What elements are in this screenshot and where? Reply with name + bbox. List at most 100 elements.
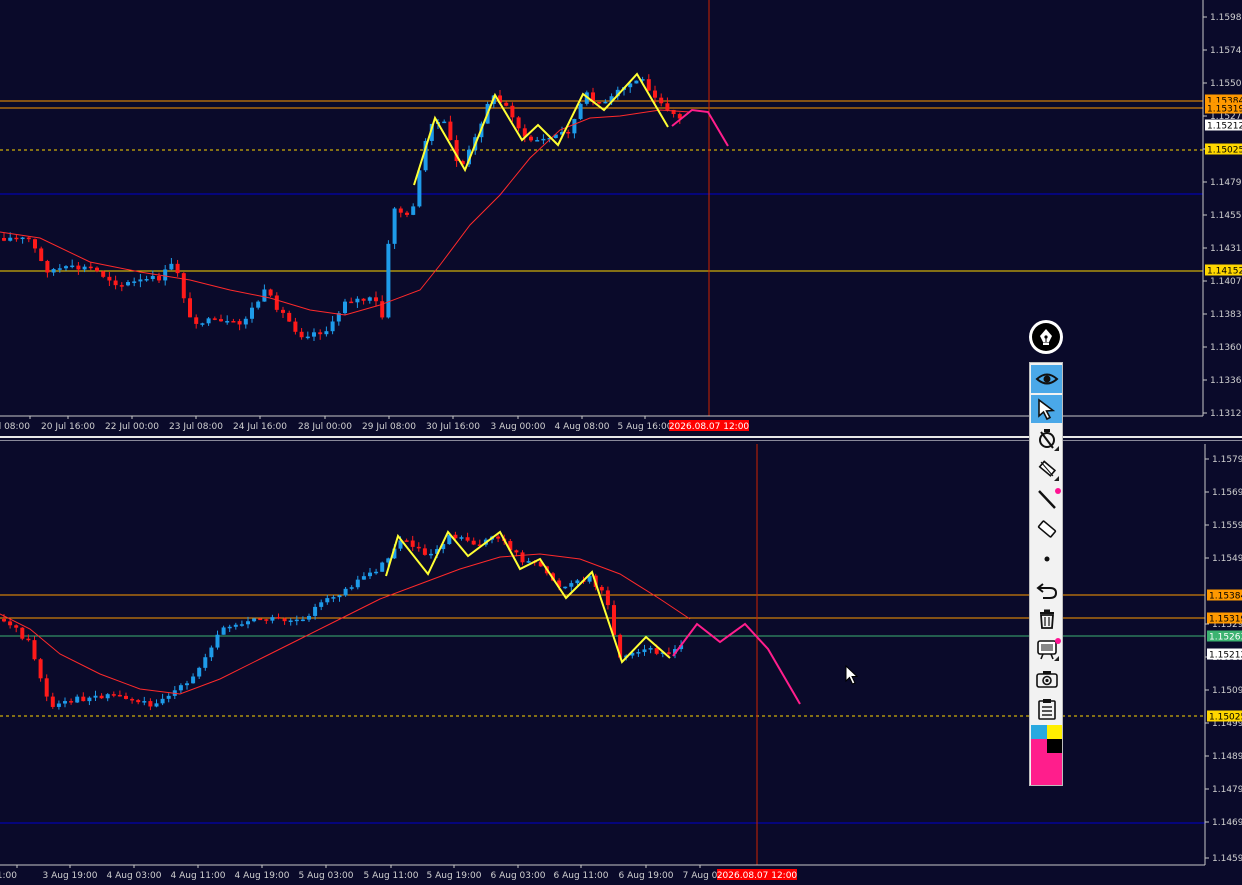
- time-label: 4 Aug 19:00: [235, 871, 290, 881]
- monitor-icon[interactable]: [1031, 635, 1062, 663]
- candle-body: [429, 553, 433, 556]
- candle-body: [50, 696, 55, 707]
- candles: [2, 74, 682, 342]
- magnet-icon[interactable]: [1031, 425, 1062, 453]
- candle-body: [130, 698, 135, 701]
- time-label: 4 Aug 03:00: [107, 871, 162, 881]
- candle-body: [63, 701, 67, 704]
- candle-body: [95, 267, 99, 272]
- line-icon[interactable]: [1031, 485, 1062, 513]
- price-label: 1.15096: [1212, 686, 1242, 696]
- candle-body: [160, 698, 165, 704]
- price-label: 1.14553: [1210, 211, 1242, 221]
- undo-icon[interactable]: [1031, 575, 1062, 603]
- candle-body: [20, 627, 25, 639]
- toolbar-panel: [1029, 362, 1063, 786]
- drawing-toolbar: [1029, 318, 1063, 788]
- candle-body: [299, 331, 304, 338]
- candle-body: [26, 638, 31, 641]
- candle-body: [26, 237, 31, 240]
- time-label: 20 Jul 16:00: [41, 422, 95, 432]
- candle-body: [367, 297, 372, 301]
- time-label: 3 Aug 19:00: [43, 871, 98, 881]
- candle-body: [535, 140, 540, 142]
- candle-body: [8, 237, 13, 241]
- color-swatch-yellow[interactable]: [1047, 725, 1062, 739]
- candle-body: [163, 269, 168, 281]
- candle-body: [227, 626, 232, 629]
- candle-body: [603, 101, 608, 104]
- candle-body: [93, 695, 98, 698]
- eraser-icon[interactable]: [1031, 515, 1062, 543]
- dot-icon[interactable]: [1031, 545, 1062, 573]
- trash-icon[interactable]: [1031, 605, 1062, 633]
- candle-body: [221, 627, 226, 635]
- color-swatch-black[interactable]: [1047, 739, 1062, 753]
- arrow-cursor-icon[interactable]: [1031, 395, 1062, 423]
- price-label: 1.15796: [1212, 455, 1242, 465]
- pen-icon[interactable]: [1031, 455, 1062, 483]
- cursor-time-text: 2026.08.07 12:00: [717, 871, 798, 881]
- price-level-tag-text: 1.14152: [1207, 267, 1242, 277]
- candle-body: [653, 90, 657, 98]
- time-label: 6 Aug 11:00: [554, 871, 609, 881]
- price-label: 1.15496: [1212, 554, 1242, 564]
- candle-body: [8, 621, 13, 626]
- color-swatch-blue[interactable]: [1031, 725, 1047, 739]
- time-label: 4 Aug 11:00: [171, 871, 226, 881]
- time-label: 6 Aug 03:00: [491, 871, 546, 881]
- candle-body: [142, 701, 147, 703]
- candle-body: [514, 550, 519, 553]
- clipboard-icon[interactable]: [1031, 695, 1062, 723]
- color-swatch-pink-small[interactable]: [1031, 739, 1047, 753]
- candle-body: [417, 170, 422, 207]
- candle-body: [126, 282, 130, 286]
- cursor-time-text: 2026.08.07 12:00: [669, 422, 750, 432]
- candle-body: [318, 332, 323, 335]
- eye-icon[interactable]: [1031, 365, 1062, 393]
- candle-body: [361, 576, 366, 580]
- price-label: 1.13603: [1210, 343, 1242, 353]
- price-label: 1.13838: [1210, 310, 1242, 320]
- price-label: 1.14696: [1212, 818, 1242, 828]
- candles: [2, 531, 684, 711]
- candle-body: [634, 80, 639, 84]
- candle-body: [355, 579, 360, 588]
- candle-body: [132, 281, 137, 283]
- candle-body: [148, 701, 153, 707]
- candle-body: [361, 298, 366, 301]
- candle-body: [349, 587, 354, 589]
- candle-body: [124, 695, 128, 699]
- fountain-pen-icon[interactable]: [1029, 320, 1063, 354]
- candle-body: [300, 619, 305, 622]
- price-label: 1.14796: [1212, 785, 1242, 795]
- candle-body: [32, 640, 37, 660]
- candle-body: [237, 321, 242, 325]
- price-label: 1.15983: [1210, 13, 1242, 23]
- price-level-tag-text: 1.15263: [1209, 633, 1242, 643]
- candle-body: [2, 238, 6, 241]
- candle-body: [111, 694, 116, 696]
- candle-body: [642, 649, 647, 653]
- candle-body: [636, 652, 641, 654]
- candle-body: [203, 657, 208, 668]
- candle-body: [113, 280, 118, 286]
- candle-body: [231, 321, 236, 323]
- candle-body: [258, 618, 263, 621]
- candle-body: [69, 701, 74, 703]
- candle-body: [665, 103, 670, 110]
- time-label: Jul 08:00: [0, 422, 30, 432]
- candle-body: [566, 131, 571, 134]
- candle-body: [105, 694, 110, 699]
- time-label: 22 Jul 00:00: [105, 422, 159, 432]
- candle-body: [276, 617, 281, 619]
- color-swatch-pink[interactable]: [1031, 753, 1062, 785]
- mouse-cursor-icon: [845, 665, 859, 685]
- camera-icon[interactable]: [1031, 665, 1062, 693]
- candle-body: [312, 332, 316, 337]
- price-label: 1.15596: [1212, 521, 1242, 531]
- candle-body: [282, 618, 287, 622]
- candle-body: [405, 212, 409, 215]
- candle-body: [64, 266, 68, 269]
- candle-body: [107, 276, 112, 281]
